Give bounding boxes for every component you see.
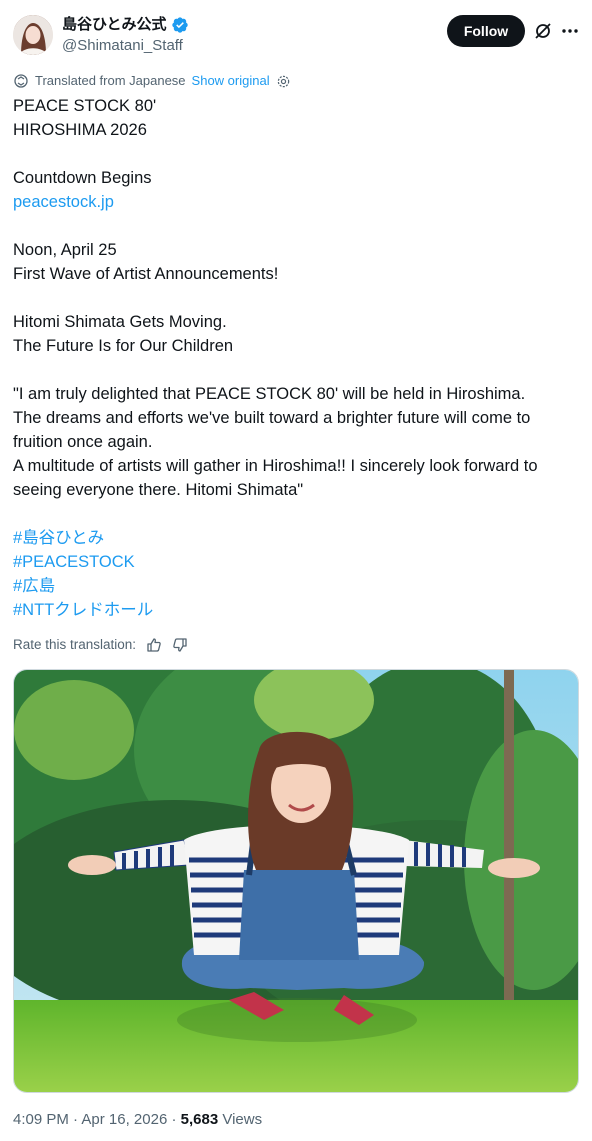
tweet-text: PEACE STOCK 80' HIROSHIMA 2026 Countdown… <box>13 94 583 622</box>
thumbs-up-icon[interactable] <box>146 637 162 653</box>
avatar-image <box>13 15 53 55</box>
views-label: Views <box>222 1111 263 1128</box>
tweet-line: fruition once again. <box>13 433 153 451</box>
tweet-line: A multitude of artists will gather in Hi… <box>13 457 538 475</box>
tweet-time[interactable]: 4:09 PM <box>13 1111 69 1128</box>
tweet-line: Hitomi Shimata Gets Moving. <box>13 313 227 331</box>
follow-button[interactable]: Follow <box>447 15 525 47</box>
verified-badge-icon <box>171 17 188 33</box>
translated-from-label: Translated from Japanese <box>35 73 186 88</box>
separator: · <box>171 1111 177 1128</box>
thumbs-down-icon[interactable] <box>172 637 188 653</box>
tweet-date[interactable]: Apr 16, 2026 <box>81 1111 167 1128</box>
rate-translation-label: Rate this translation: <box>13 637 137 652</box>
grok-icon[interactable] <box>533 21 553 41</box>
rate-translation: Rate this translation: <box>13 636 188 654</box>
settings-gear-icon[interactable] <box>276 74 291 89</box>
tweet-url-link[interactable]: peacestock.jp <box>13 190 583 214</box>
tweet-line: seeing everyone there. Hitomi Shimata" <box>13 481 304 499</box>
tweet-meta: 4:09 PM · Apr 16, 2026 · 5,683 Views <box>13 1110 262 1130</box>
tweet-line: Noon, April 25 <box>13 241 117 259</box>
tweet-line: The dreams and efforts we've built towar… <box>13 409 531 427</box>
author-name-row[interactable]: 島谷ひとみ公式 <box>62 15 189 35</box>
translation-notice: Translated from Japanese Show original <box>13 72 291 90</box>
more-options-icon[interactable] <box>560 21 580 41</box>
hashtag-link[interactable]: #NTTクレドホール <box>13 598 583 622</box>
hashtag-link[interactable]: #島谷ひとみ <box>13 526 583 550</box>
tweet-photo[interactable] <box>13 669 579 1093</box>
separator: · <box>73 1111 79 1128</box>
photo-woman-sitting-on-grass <box>14 670 578 1092</box>
tweet-line: "I am truly delighted that PEACE STOCK 8… <box>13 385 526 403</box>
tweet-line: The Future Is for Our Children <box>13 337 234 355</box>
views-count: 5,683 <box>180 1111 219 1128</box>
show-original-link[interactable]: Show original <box>192 72 270 90</box>
tweet-line: Countdown Begins <box>13 169 152 187</box>
tweet-line: HIROSHIMA 2026 <box>13 121 147 139</box>
tweet-line: PEACE STOCK 80' <box>13 97 157 115</box>
avatar[interactable] <box>13 15 53 55</box>
author-display-name[interactable]: 島谷ひとみ公式 <box>62 15 167 35</box>
author-handle[interactable]: @Shimatani_Staff <box>62 36 183 56</box>
hashtag-link[interactable]: #PEACESTOCK <box>13 550 583 574</box>
translate-icon <box>14 74 28 88</box>
tweet-line: First Wave of Artist Announcements! <box>13 265 279 283</box>
hashtag-link[interactable]: #広島 <box>13 574 583 598</box>
